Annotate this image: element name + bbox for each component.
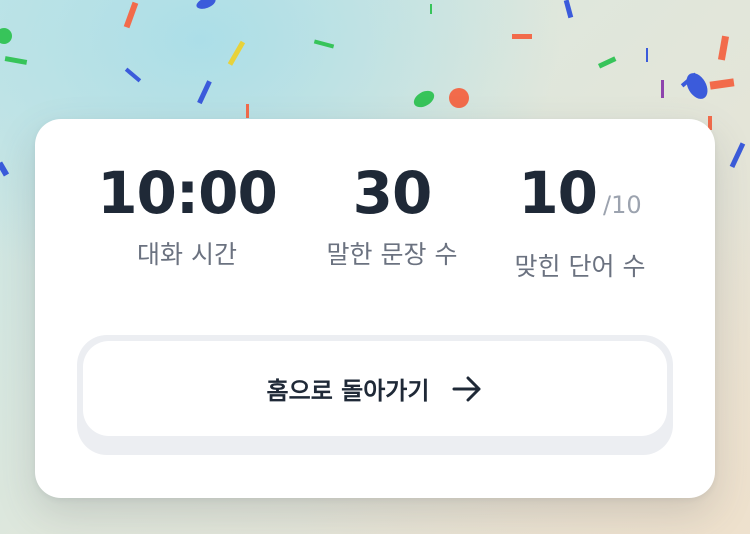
stat-sentences-spoken: 30 말한 문장 수 (282, 161, 502, 271)
words-correct-value-row: 10/10 (470, 161, 690, 237)
confetti-piece (0, 161, 10, 177)
confetti-piece (563, 0, 574, 19)
confetti-piece (197, 80, 212, 105)
confetti-piece (709, 78, 735, 90)
arrow-right-icon (452, 376, 481, 401)
confetti-piece (313, 39, 335, 49)
confetti-piece (124, 67, 142, 83)
sentences-spoken-label: 말한 문장 수 (326, 240, 458, 269)
confetti-piece (597, 56, 617, 69)
confetti-piece (646, 48, 648, 62)
confetti-piece (512, 34, 532, 39)
conversation-time-label: 대화 시간 (137, 240, 237, 269)
stat-words-correct: 10/10 맞힌 단어 수 (470, 161, 690, 283)
confetti-piece (196, 0, 216, 9)
home-button-container: 홈으로 돌아가기 (77, 335, 673, 455)
stat-conversation-time: 10:00 대화 시간 (77, 161, 297, 271)
confetti-piece (661, 80, 664, 98)
confetti-piece (246, 104, 249, 118)
confetti-piece (123, 1, 139, 29)
words-correct-total: /10 (603, 191, 642, 219)
home-button-label: 홈으로 돌아가기 (266, 377, 430, 405)
confetti-piece (0, 28, 12, 44)
session-result-card: 10:00 대화 시간 30 말한 문장 수 10/10 맞힌 단어 수 홈으로… (35, 119, 715, 498)
confetti-piece (4, 56, 28, 65)
home-button[interactable]: 홈으로 돌아가기 (83, 341, 667, 436)
confetti-piece (227, 40, 246, 66)
conversation-time-value: 10:00 (97, 159, 278, 227)
confetti-piece (717, 35, 730, 61)
sentences-spoken-value: 30 (352, 159, 433, 227)
confetti-piece (686, 73, 708, 99)
confetti-piece (449, 88, 469, 108)
confetti-piece (729, 142, 746, 169)
confetti-piece (413, 90, 435, 108)
words-correct-label: 맞힌 단어 수 (514, 252, 646, 281)
words-correct-value: 10 (518, 159, 598, 227)
confetti-piece (430, 4, 432, 14)
